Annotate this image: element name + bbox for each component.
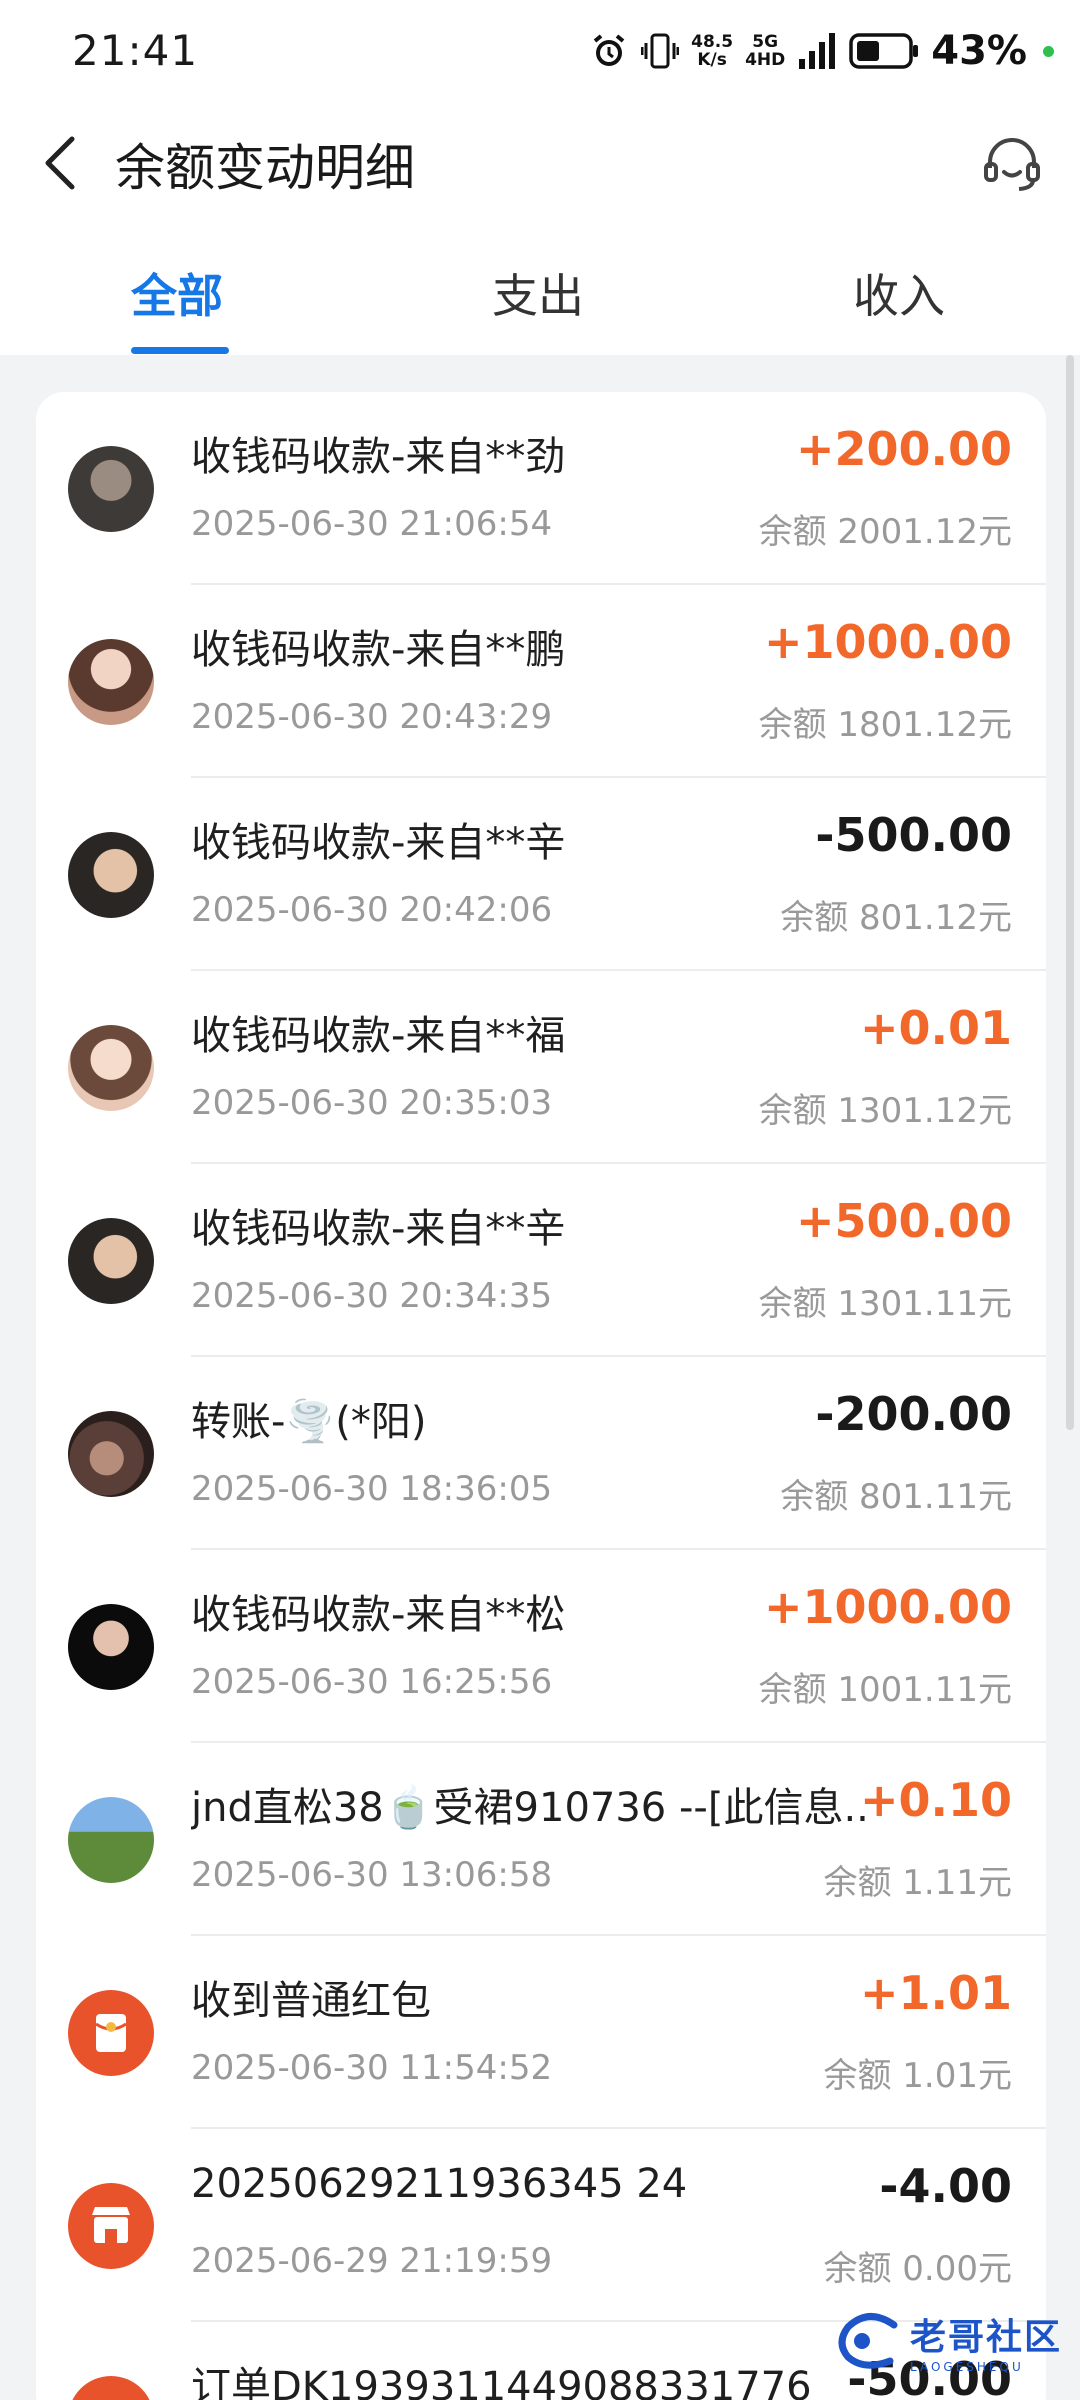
watermark-text: 老哥社区 [909, 2317, 1062, 2358]
transaction-time: 2025-06-30 20:42:06 [191, 890, 553, 930]
transaction-balance: 余额 2001.12元 [758, 512, 1012, 552]
transaction-balance: 余额 801.12元 [780, 898, 1012, 938]
transaction-title: jnd直松38🍵受裙910736 --[此信息... [191, 1785, 871, 1831]
transaction-row[interactable]: 转账-🌪️(*阳) 2025-06-30 18:36:05 -200.00 余额 80… [36, 1357, 1046, 1550]
status-time: 21:41 [72, 26, 199, 75]
transaction-time: 2025-06-29 21:19:59 [191, 2241, 553, 2281]
app-header: 余额变动明细 [0, 108, 1080, 218]
transaction-time: 2025-06-30 11:54:52 [191, 2048, 553, 2088]
transaction-title: 收钱码收款-来自**辛 [191, 1206, 566, 1252]
transaction-amount: +0.01 [859, 1001, 1012, 1055]
store-icon [68, 2183, 154, 2269]
transaction-time: 2025-06-30 20:35:03 [191, 1083, 553, 1123]
customer-service-button[interactable] [980, 132, 1044, 196]
avatar [68, 1604, 154, 1690]
filter-tabs: 全部 支出 收入 [0, 240, 1080, 355]
transaction-time: 2025-06-30 16:25:56 [191, 1662, 553, 1702]
avatar [68, 1411, 154, 1497]
network-type: 5G 4HD [745, 32, 786, 70]
net-speed: 48.5 K/s [691, 32, 734, 70]
watermark-subtext: LAOGESHEQU [909, 2360, 1024, 2374]
transaction-title: 收到普通红包 [191, 1978, 431, 2024]
transaction-title: 20250629211936345 24 [191, 2161, 688, 2207]
transaction-amount: -200.00 [815, 1387, 1012, 1441]
transaction-balance: 余额 1001.11元 [758, 1670, 1012, 1710]
transaction-row[interactable]: 20250629211936345 24 2025-06-29 21:19:59 -… [36, 2129, 1046, 2322]
transaction-row[interactable]: 收钱码收款-来自**辛 2025-06-30 20:42:06 -500.00 余额 … [36, 778, 1046, 971]
transaction-balance: 余额 1301.12元 [758, 1091, 1012, 1131]
back-button[interactable] [30, 128, 90, 198]
transaction-time: 2025-06-30 21:06:54 [191, 504, 553, 544]
transaction-amount: -4.00 [879, 2159, 1012, 2213]
transaction-row[interactable]: jnd直松38🍵受裙910736 --[此信息... 2025-06-30 13:… [36, 1743, 1046, 1936]
vibrate-icon [641, 31, 680, 71]
scrollbar[interactable] [1066, 355, 1074, 1430]
transaction-title: 收钱码收款-来自**松 [191, 1592, 566, 1638]
transaction-title: 收钱码收款-来自**鹏 [191, 627, 566, 673]
transaction-amount: +1000.00 [763, 615, 1012, 669]
tab-all[interactable]: 全部 [131, 260, 223, 326]
signal-icon [797, 33, 837, 69]
transaction-balance: 余额 1301.11元 [758, 1284, 1012, 1324]
transaction-row[interactable]: 收钱码收款-来自**福 2025-06-30 20:35:03 +0.01 余额 13… [36, 971, 1046, 1164]
transaction-balance: 余额 1.11元 [823, 1863, 1012, 1903]
tab-income[interactable]: 收入 [853, 260, 945, 326]
status-dot [1043, 45, 1054, 57]
customer-service-headset-icon [984, 138, 1040, 191]
transaction-row[interactable]: 收钱码收款-来自**松 2025-06-30 16:25:56 +1000.00 余额… [36, 1550, 1046, 1743]
transaction-time: 2025-06-30 13:06:58 [191, 1855, 553, 1895]
alarm-icon [589, 31, 629, 71]
avatar [68, 1797, 154, 1883]
transaction-balance: 余额 1801.12元 [758, 705, 1012, 745]
avatar [68, 1218, 154, 1304]
transaction-row[interactable]: 收钱码收款-来自**鹏 2025-06-30 20:43:29 +1000.00 余额… [36, 585, 1046, 778]
transaction-row[interactable]: 收钱码收款-来自**辛 2025-06-30 20:34:35 +500.00 余额 … [36, 1164, 1046, 1357]
transaction-title: 收钱码收款-来自**劲 [191, 434, 566, 480]
watermark: 老哥社区 LAOGESHEQU [834, 2306, 1062, 2376]
transaction-row[interactable]: 收钱码收款-来自**劲 2025-06-30 21:06:54 +200.00 余额 … [36, 392, 1046, 585]
tab-active-indicator [131, 347, 229, 354]
battery-percent: 43% [931, 28, 1027, 74]
page-title: 余额变动明细 [115, 139, 415, 197]
avatar [68, 1025, 154, 1111]
transaction-balance: 余额 801.11元 [780, 1477, 1012, 1517]
transaction-amount: +200.00 [795, 422, 1012, 476]
avatar [68, 832, 154, 918]
transaction-title: 收钱码收款-来自**福 [191, 1013, 566, 1059]
transaction-time: 2025-06-30 20:34:35 [191, 1276, 553, 1316]
chevron-left-icon [45, 136, 75, 190]
status-bar: 21:41 48.5 K/s 5G 4HD 43% [0, 0, 1080, 100]
red-envelope-icon [68, 1990, 154, 2076]
order-icon [68, 2376, 154, 2400]
transaction-time: 2025-06-30 18:36:05 [191, 1469, 553, 1509]
watermark-logo-icon [838, 2313, 898, 2369]
avatar [68, 446, 154, 532]
transaction-list[interactable]: 收钱码收款-来自**劲 2025-06-30 21:06:54 +200.00 余额 … [36, 392, 1046, 2400]
transaction-amount: +500.00 [795, 1194, 1012, 1248]
transaction-amount: +1000.00 [763, 1580, 1012, 1634]
avatar [68, 639, 154, 725]
status-icons: 48.5 K/s 5G 4HD 43% [589, 26, 1054, 76]
transaction-title: 收钱码收款-来自**辛 [191, 820, 566, 866]
transaction-time: 2025-06-30 20:43:29 [191, 697, 553, 737]
transaction-row[interactable]: 收到普通红包 2025-06-30 11:54:52 +1.01 余额 1.01元 [36, 1936, 1046, 2129]
transaction-title: 转账-🌪️(*阳) [191, 1399, 427, 1445]
transaction-title: 订单DK1939311449088331776 [191, 2364, 812, 2400]
transaction-balance: 余额 0.00元 [823, 2249, 1012, 2289]
transaction-balance: 余额 1.01元 [823, 2056, 1012, 2096]
battery-icon [849, 33, 919, 69]
transaction-amount: +1.01 [859, 1966, 1012, 2020]
tab-expense[interactable]: 支出 [492, 260, 584, 326]
transaction-amount: -500.00 [815, 808, 1012, 862]
transaction-amount: +0.10 [859, 1773, 1012, 1827]
